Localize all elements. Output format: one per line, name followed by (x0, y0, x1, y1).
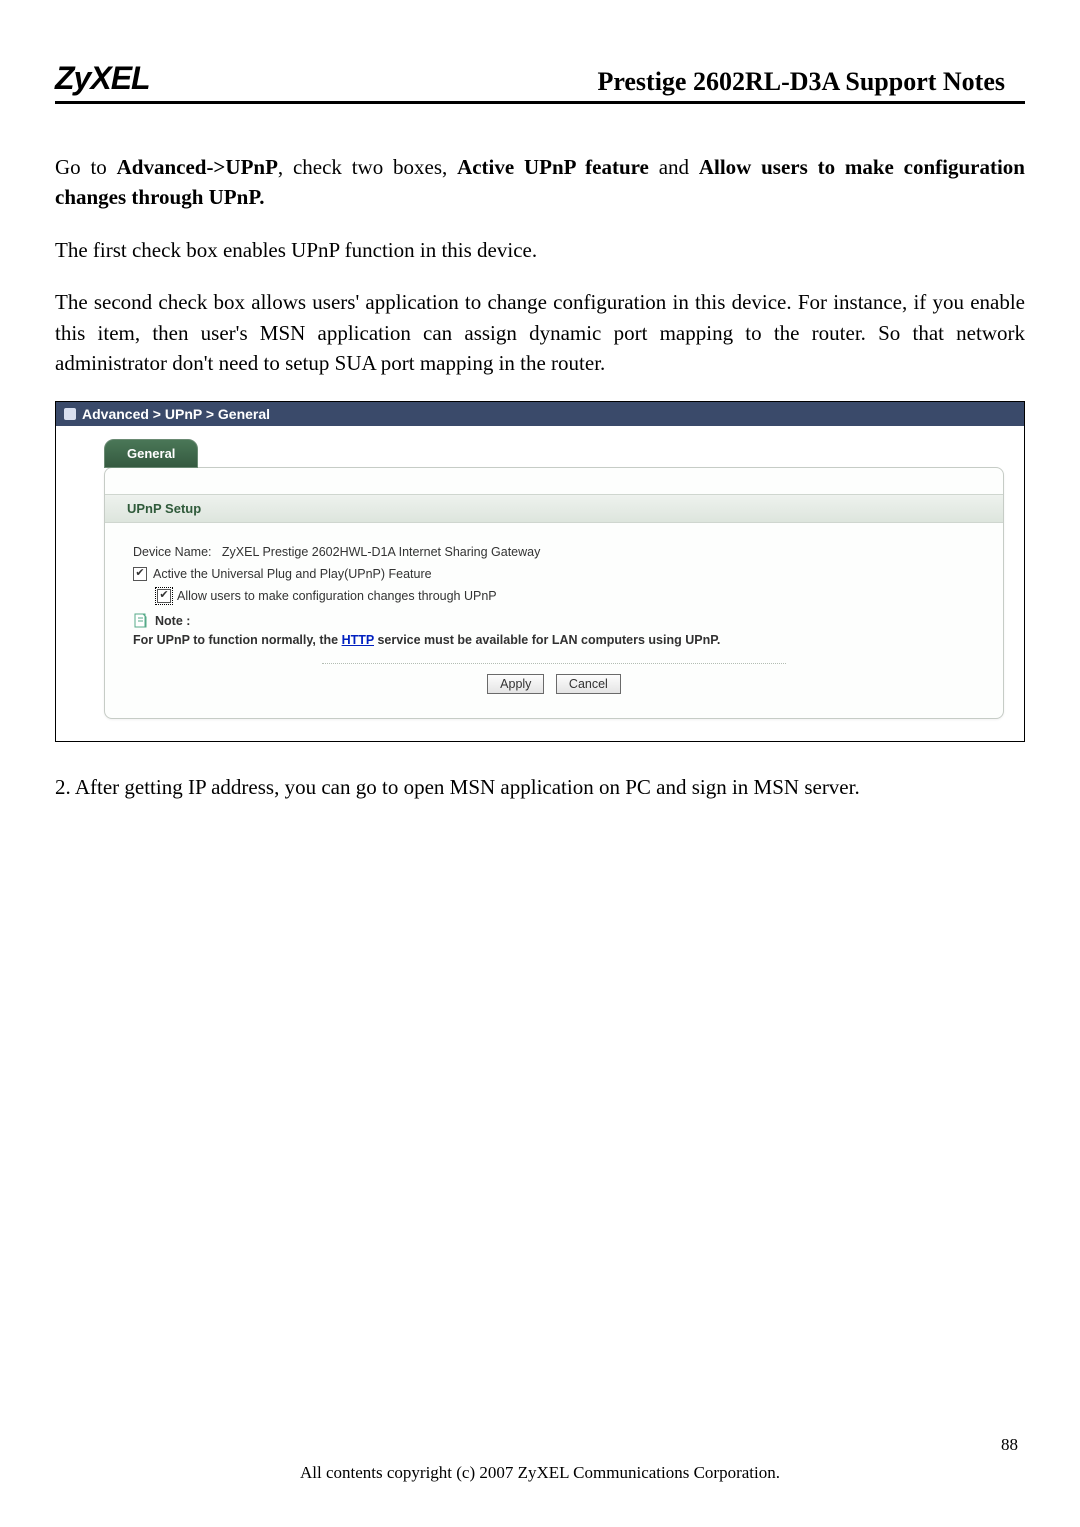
text: , check two boxes, (278, 155, 457, 179)
apply-button[interactable]: Apply (487, 674, 544, 694)
paragraph-1: Go to Advanced->UPnP, check two boxes, A… (55, 152, 1025, 213)
settings-card: UPnP Setup Device Name: ZyXEL Prestige 2… (104, 467, 1004, 719)
note-body: For UPnP to function normally, the HTTP … (133, 633, 975, 647)
divider (322, 663, 785, 664)
page-number: 88 (1001, 1435, 1018, 1455)
text: Go to (55, 155, 117, 179)
paragraph-4: 2. After getting IP address, you can go … (55, 772, 1025, 802)
checkbox-row-active-upnp: ✔ Active the Universal Plug and Play(UPn… (133, 567, 975, 581)
body-text-2: 2. After getting IP address, you can go … (55, 772, 1025, 802)
note-text-b: service must be available for LAN comput… (374, 633, 720, 647)
device-name-label: Device Name: (133, 545, 212, 559)
note-text-a: For UPnP to function normally, the (133, 633, 342, 647)
checkbox-active-upnp[interactable]: ✔ (133, 567, 147, 581)
text: and (649, 155, 699, 179)
checkbox-active-upnp-label: Active the Universal Plug and Play(UPnP)… (153, 567, 432, 581)
note-row: Note : (133, 613, 975, 629)
http-link[interactable]: HTTP (342, 633, 374, 647)
checkbox-row-allow-config: ✔ Allow users to make configuration chan… (157, 589, 975, 603)
embedded-ui-frame: Advanced > UPnP > General General UPnP S… (55, 401, 1025, 742)
breadcrumb-icon (64, 408, 76, 420)
breadcrumb-bar: Advanced > UPnP > General (56, 402, 1024, 426)
paragraph-2: The first check box enables UPnP functio… (55, 235, 1025, 265)
device-name-row: Device Name: ZyXEL Prestige 2602HWL-D1A … (133, 545, 975, 559)
breadcrumb-text: Advanced > UPnP > General (82, 406, 270, 422)
zyxel-logo: ZyXEL (55, 60, 150, 97)
checkbox-allow-config[interactable]: ✔ (157, 589, 171, 603)
footer-copyright: All contents copyright (c) 2007 ZyXEL Co… (0, 1463, 1080, 1483)
note-label: Note : (155, 614, 190, 628)
checkbox-allow-config-label: Allow users to make configuration change… (177, 589, 497, 603)
note-icon (133, 613, 149, 629)
paragraph-3: The second check box allows users' appli… (55, 287, 1025, 378)
tab-general[interactable]: General (104, 439, 198, 468)
text-bold: Active UPnP feature (457, 155, 649, 179)
panel-outer: General UPnP Setup Device Name: ZyXEL Pr… (56, 426, 1024, 741)
button-row: Apply Cancel (133, 674, 975, 694)
text-bold: Advanced->UPnP (117, 155, 278, 179)
device-name-value: ZyXEL Prestige 2602HWL-D1A Internet Shar… (222, 545, 540, 559)
cancel-button[interactable]: Cancel (556, 674, 621, 694)
card-body: Device Name: ZyXEL Prestige 2602HWL-D1A … (105, 523, 1003, 698)
section-heading: UPnP Setup (105, 494, 1003, 523)
doc-title: Prestige 2602RL-D3A Support Notes (597, 67, 1025, 97)
body-text: Go to Advanced->UPnP, check two boxes, A… (55, 152, 1025, 379)
page-header: ZyXEL Prestige 2602RL-D3A Support Notes (55, 60, 1025, 104)
